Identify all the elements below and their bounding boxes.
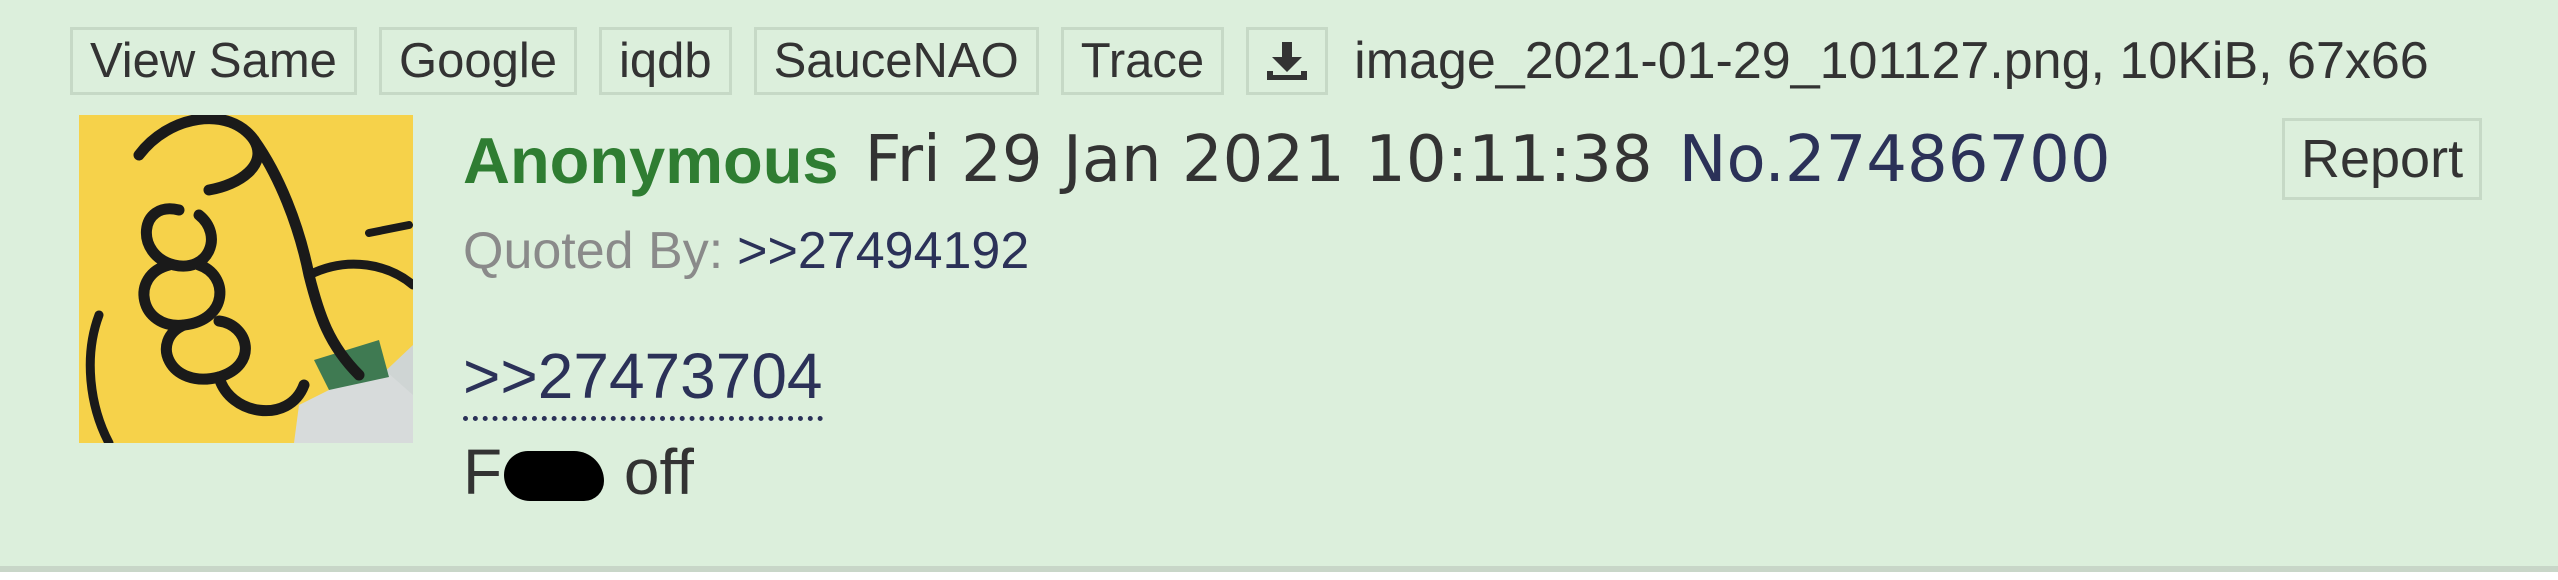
post-message: F off [463, 432, 694, 512]
thumbs-up-image [79, 115, 413, 443]
post-number-link[interactable]: No.27486700 [1679, 123, 2111, 197]
report-button[interactable]: Report [2282, 118, 2483, 200]
saucenao-search-button[interactable]: SauceNAO [753, 27, 1039, 95]
poster-name: Anonymous [463, 123, 839, 197]
image-search-toolbar: View Same Google iqdb SauceNAO Trace ima… [70, 26, 2429, 96]
trace-search-button[interactable]: Trace [1060, 27, 1225, 95]
censor-mark [504, 451, 605, 501]
file-info: image_2021-01-29_101127.png, 10KiB, 67x6… [1354, 32, 2429, 90]
message-text-start: F [463, 436, 503, 508]
quoted-by-link[interactable]: >>27494192 [737, 221, 1029, 281]
view-same-button[interactable]: View Same [70, 27, 357, 95]
google-search-button[interactable]: Google [378, 27, 577, 95]
iqdb-search-button[interactable]: iqdb [598, 27, 732, 95]
quote-link[interactable]: >>27473704 [463, 336, 823, 421]
post-date: Fri 29 Jan 2021 10:11:38 [864, 123, 1653, 197]
post-header: Anonymous Fri 29 Jan 2021 10:11:38 No.27… [463, 116, 2111, 204]
download-button[interactable] [1246, 27, 1329, 95]
download-icon [1267, 42, 1308, 80]
quoted-by-label: Quoted By: [463, 222, 724, 280]
message-text-end: off [606, 436, 694, 508]
post-thumbnail[interactable] [79, 115, 413, 443]
post-container: View Same Google iqdb SauceNAO Trace ima… [0, 0, 2558, 572]
quoted-by: Quoted By: >>27494192 [463, 216, 1029, 286]
